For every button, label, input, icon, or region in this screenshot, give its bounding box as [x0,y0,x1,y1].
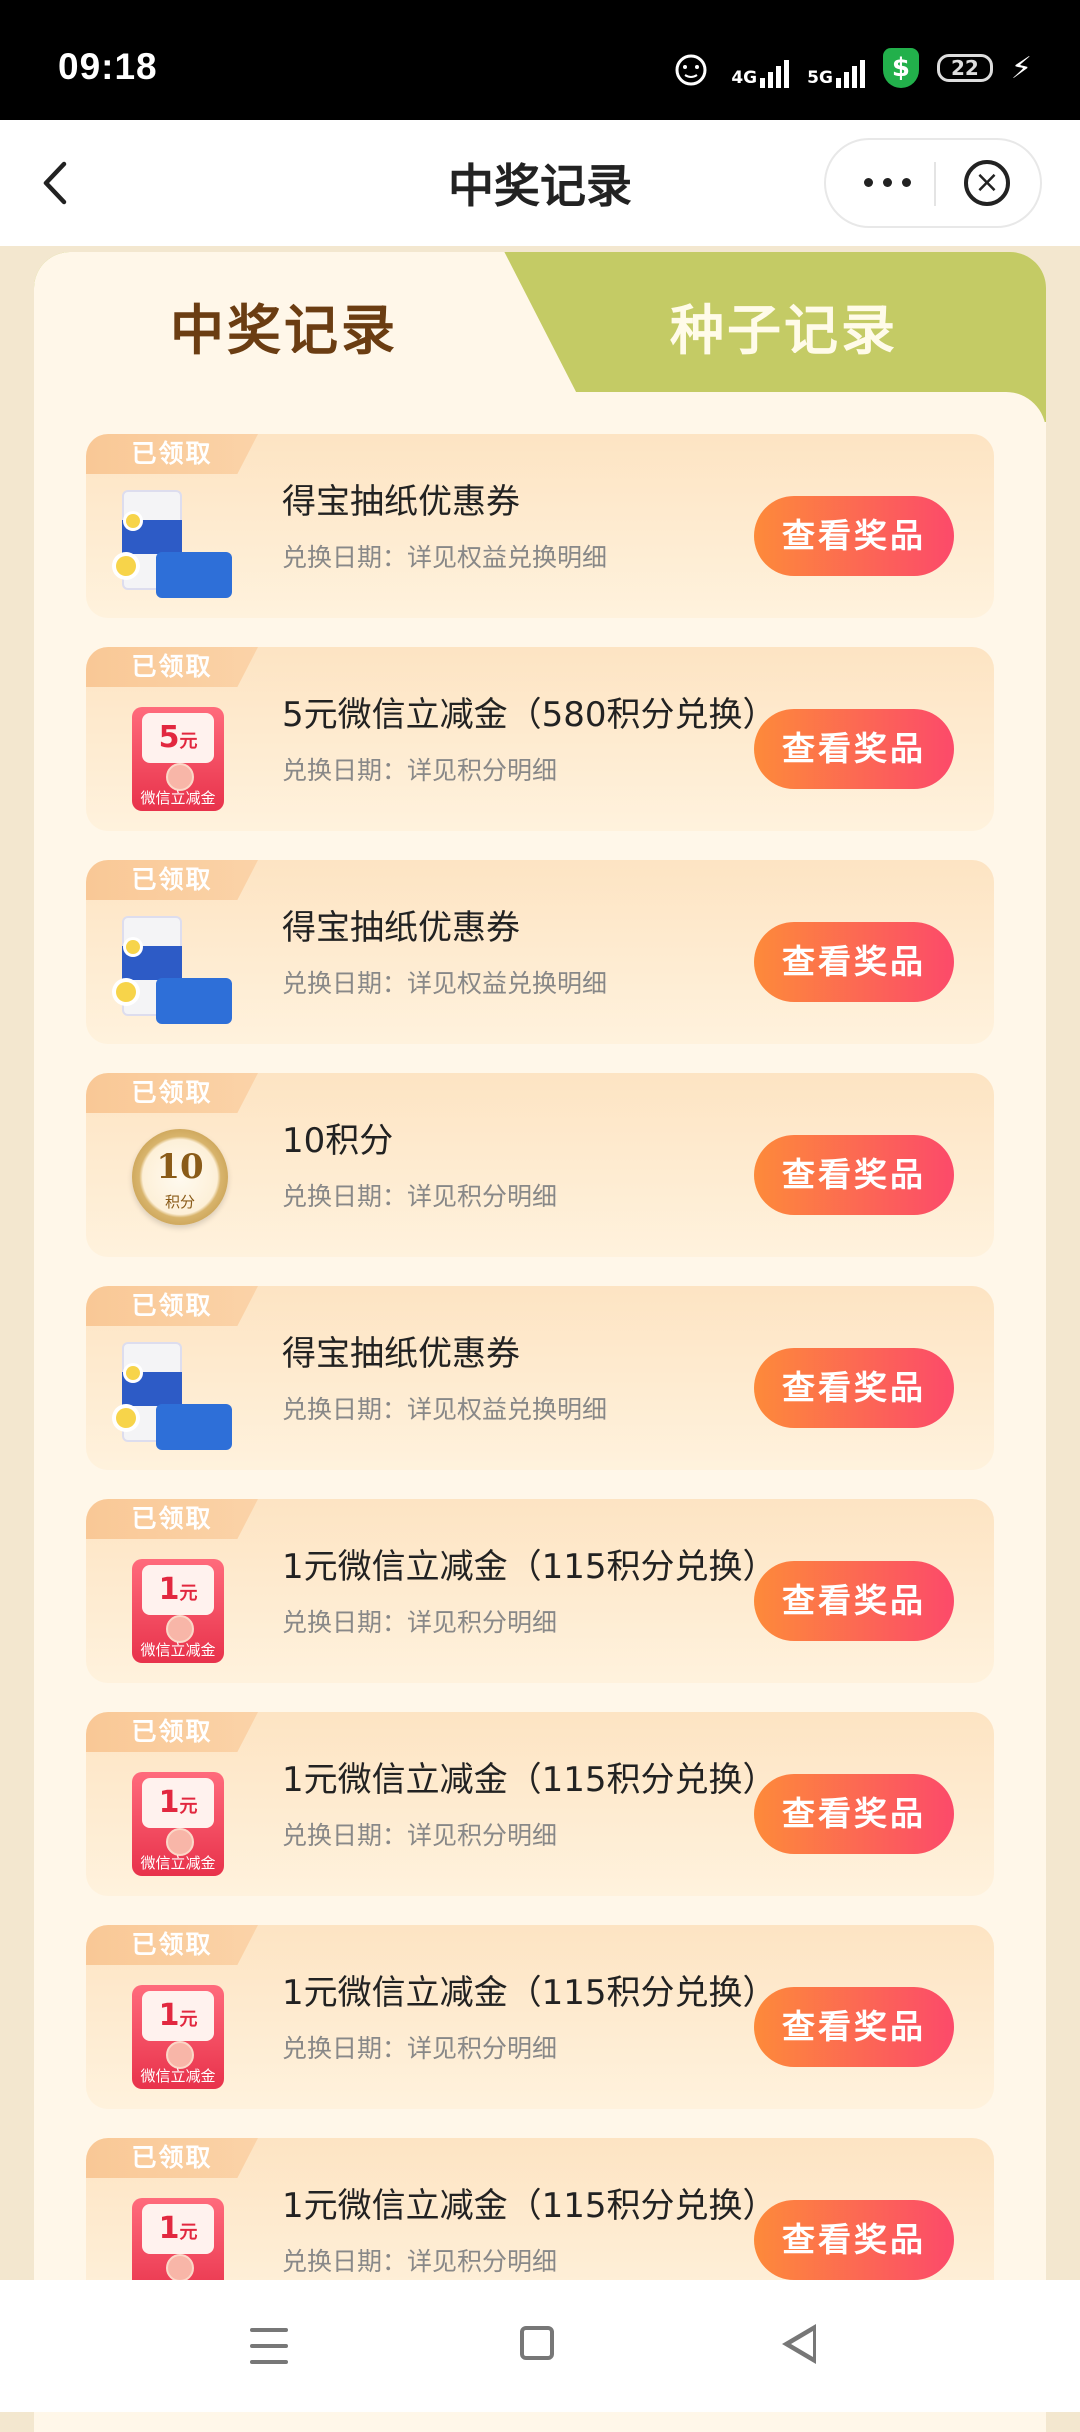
view-prize-button[interactable]: 查看奖品 [754,1561,954,1641]
redeem-date: 兑换日期：详见权益兑换明细 [282,969,608,998]
redeem-date: 兑换日期：详见积分明细 [282,1821,558,1850]
claimed-badge: 已领取 [86,1712,258,1752]
view-prize-button[interactable]: 查看奖品 [754,1348,954,1428]
redeem-date: 兑换日期：详见积分明细 [282,2034,558,2063]
redeem-date: 兑换日期：详见积分明细 [282,1608,558,1637]
tissue-product-image [116,1342,242,1458]
tissue-product-image [116,916,242,1032]
redeem-date: 兑换日期：详见积分明细 [282,2247,558,2276]
tab-seed-records[interactable]: 种子记录 [554,286,1014,365]
record-card: 已领取 5元 微信立减金 5元微信立减金（580积分兑换） 兑换日期：详见积分明… [86,647,994,831]
signal-5g-icon: 5G [807,48,865,88]
records-panel: 中奖记录 种子记录 已领取 得宝抽纸优惠券 兑换日期：详见权益兑换明细 查看奖品… [34,252,1046,2432]
claimed-badge: 已领取 [86,1499,258,1539]
net-label-4g: 4G [731,68,758,88]
records-list: 已领取 得宝抽纸优惠券 兑换日期：详见权益兑换明细 查看奖品 已领取 5元 微信… [86,434,994,2351]
status-bar: 09:18 4G 5G $ 22 ⚡ [0,0,1080,120]
record-card: 已领取 1元 微信立减金 1元微信立减金（115积分兑换） 兑换日期：详见积分明… [86,1712,994,1896]
prize-name: 得宝抽纸优惠券 [282,482,520,522]
prize-name: 1元微信立减金（115积分兑换） [282,1547,777,1587]
claimed-badge: 已领取 [86,434,258,474]
view-prize-button[interactable]: 查看奖品 [754,922,954,1002]
capsule-divider [934,162,936,206]
redeem-date: 兑换日期：详见积分明细 [282,756,558,785]
prize-name: 得宝抽纸优惠券 [282,1334,520,1374]
red-envelope-image: 1元 微信立减金 [116,1768,242,1884]
record-card: 已领取 得宝抽纸优惠券 兑换日期：详见权益兑换明细 查看奖品 [86,860,994,1044]
redeem-date: 兑换日期：详见积分明细 [282,1182,558,1211]
battery-icon: 22 [936,54,993,82]
prize-name: 10积分 [282,1121,394,1161]
record-card: 已领取 10 积分 10积分 兑换日期：详见积分明细 查看奖品 [86,1073,994,1257]
claimed-badge: 已领取 [86,2138,258,2178]
more-icon[interactable] [852,162,922,202]
tissue-product-image [116,490,242,606]
prize-name: 得宝抽纸优惠券 [282,908,520,948]
close-icon[interactable]: × [964,160,1010,206]
prize-name: 5元微信立减金（580积分兑换） [282,695,777,735]
claimed-badge: 已领取 [86,1073,258,1113]
redeem-date: 兑换日期：详见权益兑换明细 [282,1395,608,1424]
claimed-badge: 已领取 [86,1286,258,1326]
status-icons: 4G 5G $ 22 ⚡ [669,44,1032,92]
red-envelope-image: 5元 微信立减金 [116,703,242,819]
charging-icon: ⚡ [1010,50,1032,86]
status-time: 09:18 [58,46,158,87]
record-card: 已领取 得宝抽纸优惠券 兑换日期：详见权益兑换明细 查看奖品 [86,1286,994,1470]
system-nav-bar [0,2280,1080,2412]
claimed-badge: 已领取 [86,860,258,900]
prize-name: 1元微信立减金（115积分兑换） [282,1760,777,1800]
miniprogram-capsule: × [824,138,1042,228]
tab-prize-records[interactable]: 中奖记录 [34,286,534,365]
view-prize-button[interactable]: 查看奖品 [754,2200,954,2280]
app-header: 中奖记录 × [0,120,1080,246]
back-triangle-icon[interactable] [782,2324,816,2364]
view-prize-button[interactable]: 查看奖品 [754,1774,954,1854]
red-envelope-image: 1元 微信立减金 [116,1555,242,1671]
view-prize-button[interactable]: 查看奖品 [754,1987,954,2067]
points-coin-image: 10 积分 [116,1129,242,1245]
record-card: 已领取 1元 微信立减金 1元微信立减金（115积分兑换） 兑换日期：详见积分明… [86,1499,994,1683]
view-prize-button[interactable]: 查看奖品 [754,709,954,789]
signal-4g-icon: 4G [731,48,790,88]
wallet-shield-icon: $ [882,48,919,88]
hd-icon [669,48,713,88]
claimed-badge: 已领取 [86,1925,258,1965]
record-card: 已领取 得宝抽纸优惠券 兑换日期：详见权益兑换明细 查看奖品 [86,434,994,618]
net-label-5g: 5G [807,68,833,88]
record-card: 已领取 1元 微信立减金 1元微信立减金（115积分兑换） 兑换日期：详见积分明… [86,1925,994,2109]
red-envelope-image: 1元 微信立减金 [116,1981,242,2097]
view-prize-button[interactable]: 查看奖品 [754,1135,954,1215]
claimed-badge: 已领取 [86,647,258,687]
prize-name: 1元微信立减金（115积分兑换） [282,2186,777,2226]
prize-name: 1元微信立减金（115积分兑换） [282,1973,777,2013]
menu-icon[interactable] [250,2328,288,2364]
redeem-date: 兑换日期：详见权益兑换明细 [282,543,608,572]
home-icon[interactable] [520,2326,554,2360]
view-prize-button[interactable]: 查看奖品 [754,496,954,576]
